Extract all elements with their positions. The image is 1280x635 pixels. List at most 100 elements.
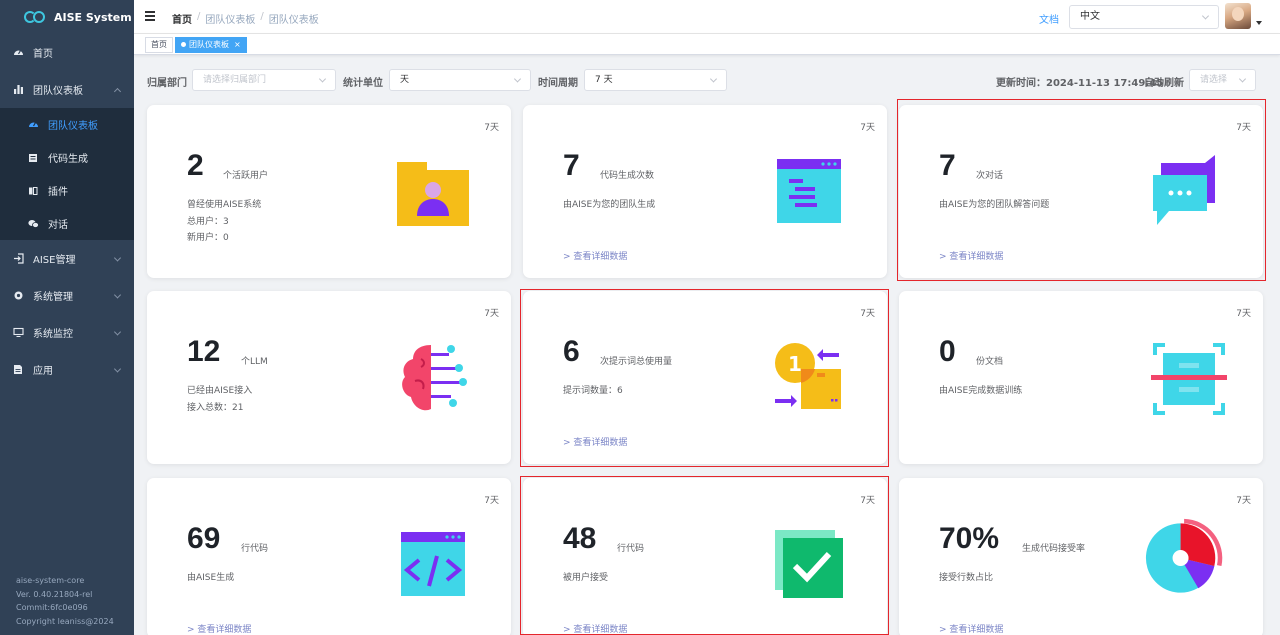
- chat-bubble-icon: [1153, 155, 1215, 225]
- sidebar-item-apps[interactable]: 应用: [0, 351, 134, 388]
- card-desc: 由AISE为您的团队解答问题: [939, 197, 1049, 214]
- dept-placeholder: 请选择归属部门: [203, 75, 267, 85]
- view-details-link[interactable]: > 查看详细数据: [187, 622, 251, 635]
- navbar: 首页 / 团队仪表板 / 团队仪表板 文档 中文: [134, 0, 1280, 34]
- sidebar-item-team-dashboard-sub[interactable]: 团队仪表板: [0, 108, 134, 141]
- card-unit: 份文档: [976, 357, 1004, 367]
- desc-line: 接受行数占比: [939, 573, 994, 583]
- login-icon: [12, 253, 24, 265]
- app-title: AISE System: [54, 10, 132, 24]
- auto-refresh-select[interactable]: 请选择: [1189, 69, 1256, 91]
- chevron-up-icon: [113, 87, 122, 95]
- card-active-users: 7天 2 个活跃用户 曾经使用AISE系统 总用户：3 新用户：0: [147, 105, 511, 278]
- code-brackets-icon: [401, 532, 465, 596]
- card-unit: 代码生成次数: [600, 171, 655, 181]
- dept-select[interactable]: 请选择归属部门: [192, 69, 336, 91]
- desc-line: 由AISE为您的团队解答问题: [939, 200, 1050, 210]
- view-details-link[interactable]: > 查看详细数据: [563, 249, 627, 262]
- unit-label: 统计单位: [343, 78, 383, 89]
- tags-view: 首页 团队仪表板 ×: [134, 34, 1280, 55]
- code-icon: [27, 152, 39, 164]
- card-unit: 行代码: [617, 544, 645, 554]
- view-details-link[interactable]: > 查看详细数据: [563, 622, 627, 635]
- chevron-down-icon: [113, 327, 122, 336]
- bar-chart-icon: [12, 84, 24, 96]
- breadcrumb: 首页 / 团队仪表板 / 团队仪表板: [172, 11, 319, 26]
- view-details-link[interactable]: > 查看详细数据: [939, 249, 1003, 262]
- pie-chart-icon: [1145, 518, 1223, 593]
- sidebar-item-system-management[interactable]: 系统管理: [0, 277, 134, 314]
- updated-time: 更新时间：2024-11-13 17:49:45: [996, 78, 1164, 89]
- sidebar-item-label: 系统管理: [33, 292, 73, 303]
- card-unit: 行代码: [241, 544, 269, 554]
- desc-line: 接入总数：21: [187, 402, 244, 413]
- sidebar-item-label: 插件: [48, 187, 68, 198]
- view-details-link[interactable]: > 查看详细数据: [563, 435, 627, 448]
- sidebar-item-label: 系统监控: [33, 329, 73, 340]
- period-label: 时间周期: [538, 78, 578, 89]
- chevron-down-icon: [113, 253, 122, 262]
- sidebar-item-code-generation[interactable]: 代码生成: [0, 141, 134, 174]
- card-desc: 被用户接受: [563, 570, 608, 587]
- chevron-down-icon: [113, 364, 122, 373]
- card-period: 7天: [484, 123, 499, 133]
- unit-select[interactable]: 天: [389, 69, 531, 91]
- submenu-team-dashboard: 团队仪表板 代码生成 插件 对话: [0, 108, 134, 240]
- desc-line: 曾经使用AISE系统: [187, 200, 262, 210]
- chevron-down-icon: [318, 75, 327, 83]
- token-exchange-icon: 1: [775, 343, 841, 409]
- brain-circuit-icon: [402, 345, 467, 411]
- card-desc: 接受行数占比: [939, 570, 993, 587]
- sidebar-item-chat[interactable]: 对话: [0, 207, 134, 240]
- sidebar-item-home[interactable]: 首页: [0, 34, 134, 71]
- svg-text:1: 1: [788, 352, 802, 376]
- docs-link[interactable]: 文档: [1039, 11, 1059, 26]
- card-period: 7天: [484, 309, 499, 319]
- version-line: Commit:6fc0e096: [16, 603, 88, 612]
- sidebar-item-aise-management[interactable]: AISE管理: [0, 240, 134, 277]
- version-info: aise-system-core Ver. 0.40.21804-rel Com…: [16, 574, 114, 628]
- desc-line: 由AISE完成数据训练: [939, 386, 1023, 396]
- view-details-link[interactable]: > 查看详细数据: [939, 622, 1003, 635]
- version-line: Copyright leaniss@2024: [16, 616, 114, 626]
- document-icon: [12, 364, 24, 376]
- caret-down-icon[interactable]: [1256, 21, 1262, 25]
- sidebar-item-team-dashboard[interactable]: 团队仪表板: [0, 71, 134, 108]
- unit-value: 天: [400, 75, 410, 85]
- sidebar-item-plugins[interactable]: 插件: [0, 174, 134, 207]
- avatar[interactable]: [1225, 3, 1251, 29]
- card-desc: 曾经使用AISE系统 总用户：3 新用户：0: [187, 197, 261, 247]
- sidebar-item-system-monitor[interactable]: 系统监控: [0, 314, 134, 351]
- card-lines-accepted: 7天 48 行代码 被用户接受 > 查看详细数据: [523, 478, 887, 635]
- card-period: 7天: [1236, 123, 1251, 133]
- breadcrumb-item: 团队仪表板: [205, 15, 256, 26]
- language-value: 中文: [1080, 11, 1100, 22]
- card-unit: 次提示词总使用量: [600, 357, 673, 367]
- chevron-down-icon: [113, 290, 122, 299]
- card-value: 70%: [939, 522, 1000, 555]
- user-folder-icon: [397, 162, 469, 226]
- filter-bar: 归属部门 请选择归属部门 统计单位 天 时间周期 7 天 更新时间：2024-1…: [147, 69, 1257, 91]
- desc-line: 提示词数量：6: [563, 386, 623, 396]
- sidebar-item-label: 代码生成: [48, 154, 88, 165]
- close-icon[interactable]: ×: [234, 40, 241, 49]
- tag-team-dashboard[interactable]: 团队仪表板 ×: [175, 37, 247, 53]
- language-select[interactable]: 中文: [1069, 5, 1219, 29]
- chevron-down-icon: [1201, 12, 1210, 20]
- tag-label: 团队仪表板: [189, 40, 229, 49]
- sidebar: AISE System 首页 团队仪表板 团队仪表板 代码生成 插件 对话 AI…: [0, 0, 134, 635]
- version-line: Ver. 0.40.21804-rel: [16, 589, 93, 599]
- chevron-down-icon: [709, 75, 718, 83]
- breadcrumb-item: 团队仪表板: [268, 15, 319, 26]
- card-value: 7: [563, 149, 580, 182]
- card-value: 2: [187, 149, 204, 182]
- gear-icon: [12, 290, 24, 302]
- card-period: 7天: [860, 496, 875, 506]
- tag-home[interactable]: 首页: [145, 37, 173, 53]
- card-prompt-usage: 7天 6 次提示词总使用量 提示词数量：6 > 查看详细数据 1: [523, 291, 887, 464]
- period-select[interactable]: 7 天: [584, 69, 727, 91]
- app-logo[interactable]: AISE System: [0, 0, 134, 34]
- desc-line: 由AISE为您的团队生成: [563, 200, 656, 210]
- breadcrumb-item[interactable]: 首页: [172, 11, 192, 26]
- hamburger-icon[interactable]: [145, 11, 155, 21]
